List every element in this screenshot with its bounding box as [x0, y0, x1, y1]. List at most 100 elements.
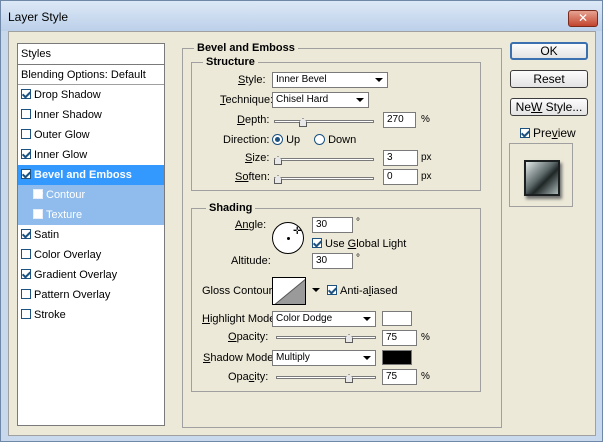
gradient-overlay-checkbox[interactable]	[21, 269, 31, 279]
highlight-mode-dropdown[interactable]: Color Dodge	[272, 311, 376, 327]
contour-curve-icon	[274, 278, 305, 304]
sidebar-item-label: Gradient Overlay	[34, 269, 118, 281]
shadow-mode-label: Shadow Mode:	[203, 352, 277, 364]
angle-dial[interactable]: ✛	[272, 222, 304, 254]
angle-input[interactable]: 30	[312, 217, 353, 233]
angle-label: Angle:	[235, 219, 267, 231]
sidebar-item-pattern-overlay[interactable]: Pattern Overlay	[18, 285, 164, 305]
stroke-checkbox[interactable]	[21, 309, 31, 319]
sidebar-item-label: Blending Options: Default	[21, 69, 146, 81]
styles-header[interactable]: Styles	[17, 43, 165, 65]
sidebar-item-label: Stroke	[34, 309, 66, 321]
highlight-opacity-slider[interactable]	[276, 333, 376, 343]
window-title: Layer Style	[8, 10, 69, 24]
sidebar-item-outer-glow[interactable]: Outer Glow	[18, 125, 164, 145]
soften-slider[interactable]	[274, 174, 374, 184]
shadow-color-swatch[interactable]	[382, 350, 412, 365]
sidebar-item-label: Pattern Overlay	[34, 289, 111, 301]
direction-up-radio[interactable]: Up	[272, 134, 300, 146]
direction-label: Direction:	[223, 134, 270, 146]
sidebar-item-blending-options[interactable]: Blending Options: Default	[18, 65, 164, 85]
size-input[interactable]: 3	[383, 150, 418, 166]
bevel-emboss-title: Bevel and Emboss	[194, 42, 298, 54]
style-preview-thumbnail	[509, 143, 573, 207]
sidebar-item-label: Color Overlay	[34, 249, 102, 261]
technique-label: Technique:	[220, 94, 274, 106]
chevron-down-icon	[363, 317, 371, 321]
radio-selected	[272, 134, 283, 145]
new-style-button[interactable]: NeW Style...	[510, 98, 588, 116]
anti-aliased-checkbox[interactable]: Anti-aliased	[327, 285, 398, 297]
drop-shadow-checkbox[interactable]	[21, 89, 31, 99]
title-bar[interactable]: Layer Style ✕	[1, 1, 602, 31]
gloss-contour-chevron-icon[interactable]	[312, 288, 320, 292]
shadow-opacity-slider[interactable]	[276, 373, 376, 383]
depth-slider[interactable]	[274, 117, 374, 127]
highlight-opacity-label: Opacity:	[228, 331, 269, 343]
sidebar-item-label: Outer Glow	[34, 129, 90, 141]
structure-title: Structure	[203, 56, 258, 68]
close-button[interactable]: ✕	[568, 10, 598, 27]
preview-swatch	[524, 160, 560, 196]
contour-checkbox[interactable]	[33, 189, 43, 199]
size-label: Size:	[245, 152, 270, 164]
sidebar-item-label: Drop Shadow	[34, 89, 101, 101]
sidebar-item-texture[interactable]: Texture	[18, 205, 164, 225]
sidebar-item-drop-shadow[interactable]: Drop Shadow	[18, 85, 164, 105]
highlight-color-swatch[interactable]	[382, 311, 412, 326]
style-dropdown[interactable]: Inner Bevel	[272, 72, 388, 88]
sidebar-item-label: Inner Shadow	[34, 109, 102, 121]
soften-unit: px	[421, 171, 432, 182]
texture-checkbox[interactable]	[33, 209, 43, 219]
highlight-mode-value: Color Dodge	[276, 313, 333, 324]
chevron-down-icon	[375, 78, 383, 82]
color-overlay-checkbox[interactable]	[21, 249, 31, 259]
shadow-opacity-input[interactable]: 75	[382, 369, 417, 385]
preview-checkbox[interactable]: Preview	[520, 126, 576, 140]
checkbox	[312, 238, 322, 248]
shadow-opacity-label: Opacity:	[228, 371, 269, 383]
technique-dropdown[interactable]: Chisel Hard	[272, 92, 369, 108]
global-light-checkbox[interactable]: Use Global Light	[312, 238, 406, 250]
sidebar-item-label: Inner Glow	[34, 149, 88, 161]
sidebar-item-inner-shadow[interactable]: Inner Shadow	[18, 105, 164, 125]
reset-button[interactable]: Reset	[510, 70, 588, 88]
sidebar-item-label: Satin	[34, 229, 60, 241]
highlight-opacity-input[interactable]: 75	[382, 330, 417, 346]
ok-button[interactable]: OK	[510, 42, 588, 60]
direction-down-radio[interactable]: Down	[314, 134, 356, 146]
chevron-down-icon	[356, 98, 364, 102]
size-slider[interactable]	[274, 155, 374, 165]
altitude-input[interactable]: 30	[312, 253, 353, 269]
slider-track	[276, 336, 376, 339]
outer-glow-checkbox[interactable]	[21, 129, 31, 139]
sidebar-item-label: Texture	[46, 209, 83, 221]
depth-input[interactable]: 270	[383, 112, 416, 128]
soften-input[interactable]: 0	[383, 169, 418, 185]
sidebar-item-contour[interactable]: Contour	[18, 185, 164, 205]
sidebar-item-stroke[interactable]: Stroke	[18, 305, 164, 325]
sidebar-item-color-overlay[interactable]: Color Overlay	[18, 245, 164, 265]
sidebar-item-inner-glow[interactable]: Inner Glow	[18, 145, 164, 165]
checkbox	[520, 128, 530, 138]
pattern-overlay-checkbox[interactable]	[21, 289, 31, 299]
checkbox	[327, 285, 337, 295]
sidebar-item-satin[interactable]: Satin	[18, 225, 164, 245]
bevel-and-emboss-checkbox[interactable]	[21, 169, 31, 179]
satin-checkbox[interactable]	[21, 229, 31, 239]
technique-dropdown-value: Chisel Hard	[276, 94, 329, 105]
shadow-mode-dropdown[interactable]: Multiply	[272, 350, 376, 366]
soften-label: Soften:	[235, 171, 270, 183]
crosshair-icon: ✛	[293, 226, 302, 237]
gloss-contour-preview[interactable]	[272, 277, 306, 305]
sidebar-item-gradient-overlay[interactable]: Gradient Overlay	[18, 265, 164, 285]
sidebar-item-bevel-and-emboss[interactable]: Bevel and Emboss	[18, 165, 164, 185]
inner-shadow-checkbox[interactable]	[21, 109, 31, 119]
gloss-contour-label: Gloss Contour:	[202, 285, 276, 297]
angle-unit: °	[356, 217, 360, 228]
highlight-mode-label: Highlight Mode:	[202, 313, 279, 325]
sidebar-item-label: Bevel and Emboss	[34, 169, 132, 181]
inner-glow-checkbox[interactable]	[21, 149, 31, 159]
styles-list: Blending Options: Default Drop Shadow In…	[17, 65, 165, 426]
angle-center-dot	[287, 237, 290, 240]
